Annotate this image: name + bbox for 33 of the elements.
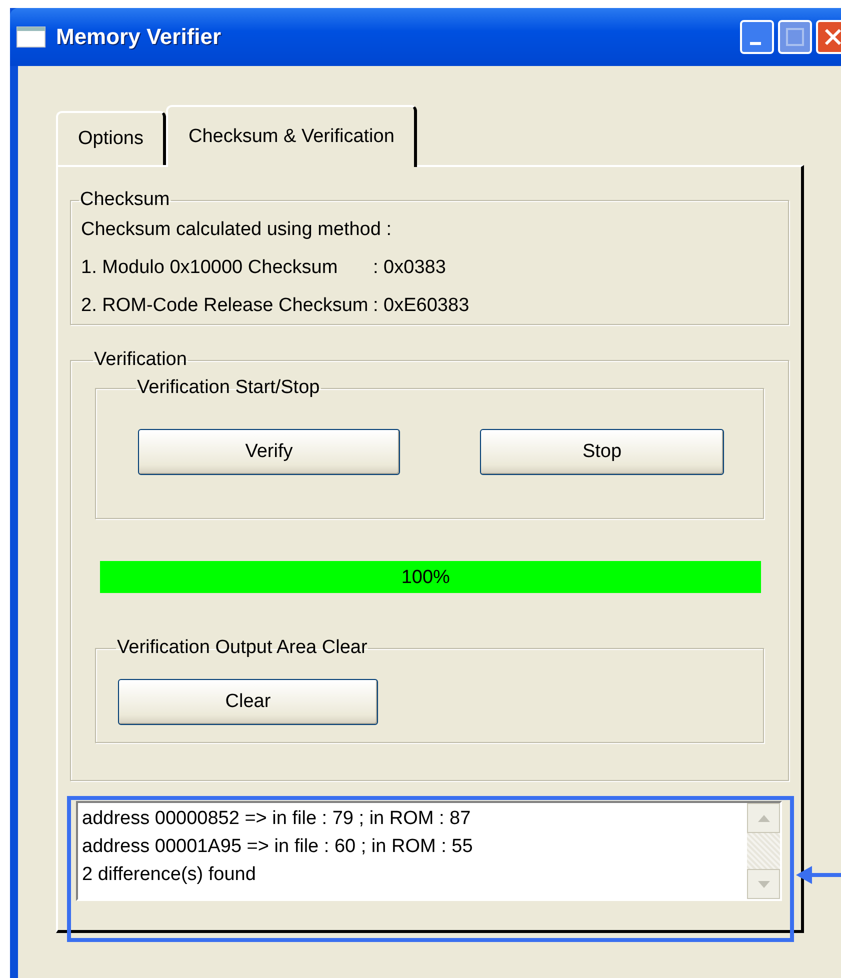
checksum-value: : 0xE60383 [373,295,470,317]
output-area[interactable]: address 00000852 => in file : 79 ; in ROM : 87 address 00001A95 => in file : 60 ; in ROM : 55 2 difference(s) found [76,801,782,901]
window-title: Memory Verifier [56,24,222,50]
scroll-down-button[interactable] [747,869,780,899]
close-icon [823,27,841,47]
close-button[interactable] [816,20,841,54]
checksum-label: 2. ROM-Code Release Checksum [81,295,370,317]
maximize-icon [785,27,805,47]
group-title: Verification Output Area Clear [116,637,368,659]
checksum-label: Checksum calculated using method : [81,219,392,241]
verify-button[interactable]: Verify [138,429,400,475]
output-line: 2 difference(s) found [82,863,257,887]
scroll-up-button[interactable] [747,803,780,833]
stop-button[interactable]: Stop [480,429,724,475]
scrollbar[interactable] [747,803,780,899]
clear-button[interactable]: Clear [118,679,378,725]
group-title: Checksum [79,189,171,211]
maximize-button[interactable] [778,20,812,54]
down-arrow-icon [758,880,770,888]
output-line: address 00001A95 => in file : 60 ; in ROM : 55 [82,835,474,859]
up-arrow-icon [758,814,770,822]
minimize-icon [750,42,760,44]
tab[interactable]: Checksum & Verification [166,105,418,167]
tab[interactable]: Options [56,111,166,165]
group-title: Verification Start/Stop [136,377,321,399]
checksum-label: 1. Modulo 0x10000 Checksum [81,257,339,279]
output-line: address 00000852 => in file : 79 ; in ROM : 87 [82,807,472,831]
group-title: Verification [93,349,188,371]
minimize-button[interactable] [740,20,774,54]
progress-reading: 100% [401,567,450,589]
pointer-arrow [796,864,841,886]
window-icon [16,26,46,48]
checksum-value: : 0x0383 [373,257,446,279]
